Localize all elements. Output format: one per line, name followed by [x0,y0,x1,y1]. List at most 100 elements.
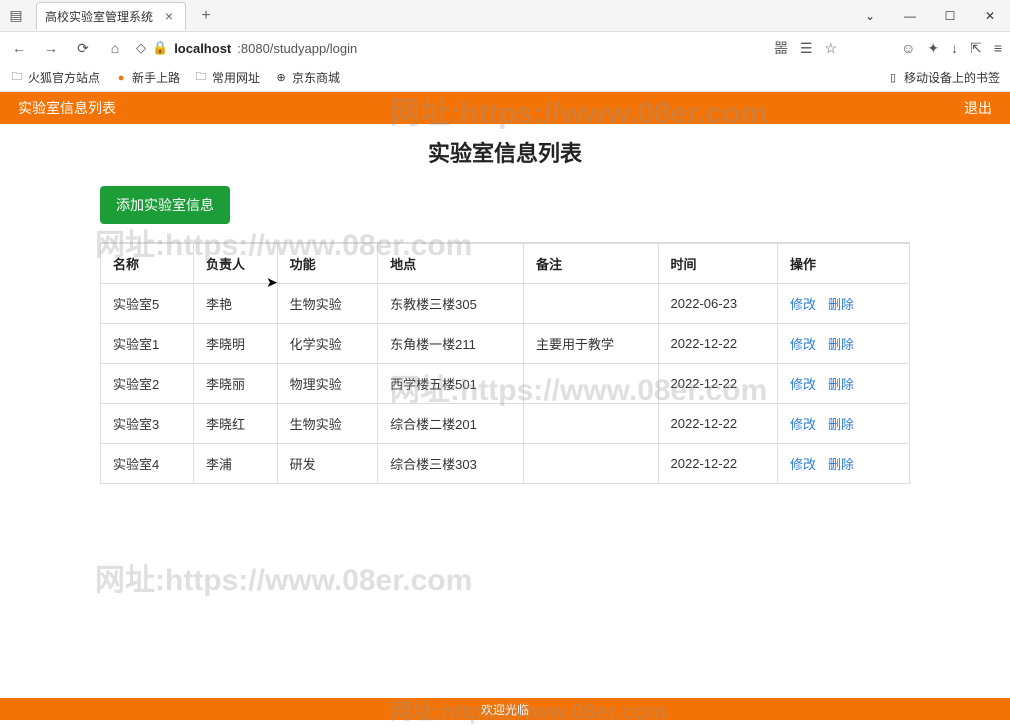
cell-time: 2022-12-22 [658,404,777,444]
url-input[interactable]: ◇ 🔒 localhost:8080/studyapp/login [136,40,736,56]
lock-icon: 🔒 [152,40,168,56]
maximize-icon[interactable]: ☐ [930,0,970,32]
cell-action: 修改删除 [778,364,910,404]
cell-time: 2022-12-22 [658,324,777,364]
table-row: 实验室4李浦研发综合楼三楼3032022-12-22修改删除 [101,444,910,484]
new-tab-button[interactable]: + [192,7,220,25]
extensions-icon[interactable]: ✦ [927,40,939,57]
delete-link[interactable]: 删除 [828,457,854,472]
window-titlebar: ▤ 高校实验室管理系统 × + ⌄ — ☐ ✕ [0,0,1010,32]
tab-title: 高校实验室管理系统 [45,8,161,25]
cell-name: 实验室4 [101,444,194,484]
home-icon[interactable]: ⌂ [104,40,126,56]
edit-link[interactable]: 修改 [790,417,816,432]
cell-func: 化学实验 [277,324,378,364]
edit-link[interactable]: 修改 [790,297,816,312]
cell-loc: 东角楼一楼211 [378,324,524,364]
table-row: 实验室3李晓红生物实验综合楼二楼2012022-12-22修改删除 [101,404,910,444]
cell-owner: 李晓明 [194,324,278,364]
menu-icon[interactable]: ≡ [994,40,1002,56]
delete-link[interactable]: 删除 [828,417,854,432]
edit-link[interactable]: 修改 [790,377,816,392]
cell-name: 实验室5 [101,284,194,324]
cell-time: 2022-06-23 [658,284,777,324]
cell-func: 生物实验 [277,284,378,324]
edit-link[interactable]: 修改 [790,337,816,352]
minimize-icon[interactable]: — [890,0,930,32]
col-time: 时间 [658,243,777,284]
bookmarks-bar: 🗀火狐官方站点 ●新手上路 🗀常用网址 ⊕京东商城 ▯移动设备上的书签 [0,64,1010,92]
browser-tab[interactable]: 高校实验室管理系统 × [36,2,186,30]
table-row: 实验室5李艳生物实验东教楼三楼3052022-06-23修改删除 [101,284,910,324]
url-host: localhost [174,41,231,56]
reload-icon[interactable]: ⟳ [72,40,94,57]
account-icon[interactable]: ☺ [901,40,915,56]
url-path: :8080/studyapp/login [237,41,357,56]
table-row: 实验室1李晓明化学实验东角楼一楼211主要用于教学2022-12-22修改删除 [101,324,910,364]
bookmark-item[interactable]: 🗀常用网址 [194,69,260,86]
sidebar-toggle-icon[interactable]: ▤ [0,7,32,24]
cell-func: 研发 [277,444,378,484]
col-owner: 负责人 [194,243,278,284]
cell-owner: 李晓丽 [194,364,278,404]
breadcrumb: 实验室信息列表 [18,98,116,118]
delete-link[interactable]: 删除 [828,297,854,312]
bookmark-item[interactable]: ⊕京东商城 [274,69,340,86]
translate-icon[interactable]: 噐 [774,38,788,58]
cell-note [524,364,659,404]
folder-icon: 🗀 [10,71,24,85]
col-action: 操作 [778,243,910,284]
cell-note [524,444,659,484]
window-dropdown-icon[interactable]: ⌄ [850,0,890,32]
cell-note: 主要用于教学 [524,324,659,364]
cell-loc: 西学楼五楼501 [378,364,524,404]
page-body: 实验室信息列表 添加实验室信息 名称 负责人 功能 地点 备注 时间 操作 实验… [0,124,1010,484]
cell-loc: 东教楼三楼305 [378,284,524,324]
cell-owner: 李艳 [194,284,278,324]
cell-action: 修改删除 [778,284,910,324]
table-row: 实验室2李晓丽物理实验西学楼五楼5012022-12-22修改删除 [101,364,910,404]
cell-time: 2022-12-22 [658,444,777,484]
page-footer: 欢迎光临 [0,698,1010,720]
close-icon[interactable]: × [161,8,177,24]
back-icon[interactable]: ← [8,40,30,56]
cell-owner: 李浦 [194,444,278,484]
bookmark-star-icon[interactable]: ☆ [825,40,838,57]
footer-text: 欢迎光临 [481,701,529,718]
logout-link[interactable]: 退出 [964,98,992,118]
cell-func: 生物实验 [277,404,378,444]
edit-link[interactable]: 修改 [790,457,816,472]
library-icon[interactable]: ⇱ [970,40,982,57]
cell-action: 修改删除 [778,404,910,444]
cell-func: 物理实验 [277,364,378,404]
page-title: 实验室信息列表 [0,136,1010,168]
page-header: 实验室信息列表 退出 [0,92,1010,124]
bookmark-item[interactable]: ●新手上路 [114,69,180,86]
cell-loc: 综合楼三楼303 [378,444,524,484]
cell-loc: 综合楼二楼201 [378,404,524,444]
cell-name: 实验室1 [101,324,194,364]
delete-link[interactable]: 删除 [828,337,854,352]
cell-action: 修改删除 [778,444,910,484]
address-bar: ← → ⟳ ⌂ ◇ 🔒 localhost:8080/studyapp/logi… [0,32,1010,64]
bookmark-mobile[interactable]: ▯移动设备上的书签 [886,69,1000,86]
downloads-icon[interactable]: ↓ [951,40,958,56]
lab-table: 名称 负责人 功能 地点 备注 时间 操作 实验室5李艳生物实验东教楼三楼305… [100,242,910,484]
cell-note [524,404,659,444]
firefox-icon: ● [114,71,128,85]
folder-icon: 🗀 [194,71,208,85]
delete-link[interactable]: 删除 [828,377,854,392]
col-location: 地点 [378,243,524,284]
add-lab-button[interactable]: 添加实验室信息 [100,186,230,224]
forward-icon[interactable]: → [40,40,62,56]
cell-owner: 李晓红 [194,404,278,444]
bookmark-item[interactable]: 🗀火狐官方站点 [10,69,100,86]
cell-name: 实验室3 [101,404,194,444]
cell-note [524,284,659,324]
cell-action: 修改删除 [778,324,910,364]
reader-icon[interactable]: ☰ [800,40,813,57]
close-window-icon[interactable]: ✕ [970,0,1010,32]
cell-name: 实验室2 [101,364,194,404]
mobile-icon: ▯ [886,71,900,85]
table-header-row: 名称 负责人 功能 地点 备注 时间 操作 [101,243,910,284]
